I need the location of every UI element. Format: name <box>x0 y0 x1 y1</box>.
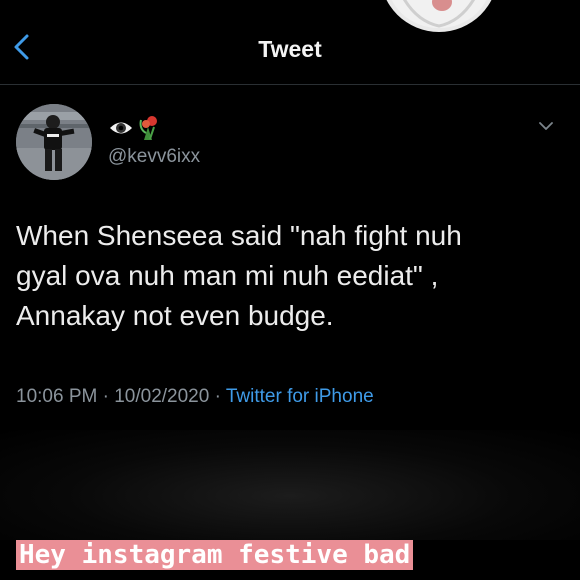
dark-vignette <box>0 430 580 540</box>
chevron-down-icon[interactable] <box>538 121 554 131</box>
bouquet-emoji <box>139 116 157 140</box>
tweet-time: 10:06 PM <box>16 386 98 407</box>
tweet-line: gyal ova nuh man mi nuh eediat" , <box>16 260 439 291</box>
avatar[interactable] <box>16 104 92 180</box>
meta-separator: · <box>214 386 221 407</box>
meta-separator: · <box>102 386 109 407</box>
tweet-line: Annakay not even budge. <box>16 300 334 331</box>
story-caption: Hey instagram festive bad <box>16 540 414 570</box>
user-handle[interactable]: @kevv6ixx <box>108 146 200 168</box>
tweet-source-link[interactable]: Twitter for iPhone <box>226 386 374 407</box>
tweet-text: When Shenseea said "nah fight nuh gyal o… <box>16 216 556 336</box>
eye-emoji <box>110 122 132 134</box>
tweet-line: When Shenseea said "nah fight nuh <box>16 220 462 251</box>
tweet-meta: 10:06 PM · 10/02/2020 · Twitter for iPho… <box>16 386 374 408</box>
display-name[interactable] <box>108 115 162 141</box>
page-title: Tweet <box>258 36 322 62</box>
tweet-date: 10/02/2020 <box>114 386 210 407</box>
header-bar: Tweet <box>0 0 580 85</box>
